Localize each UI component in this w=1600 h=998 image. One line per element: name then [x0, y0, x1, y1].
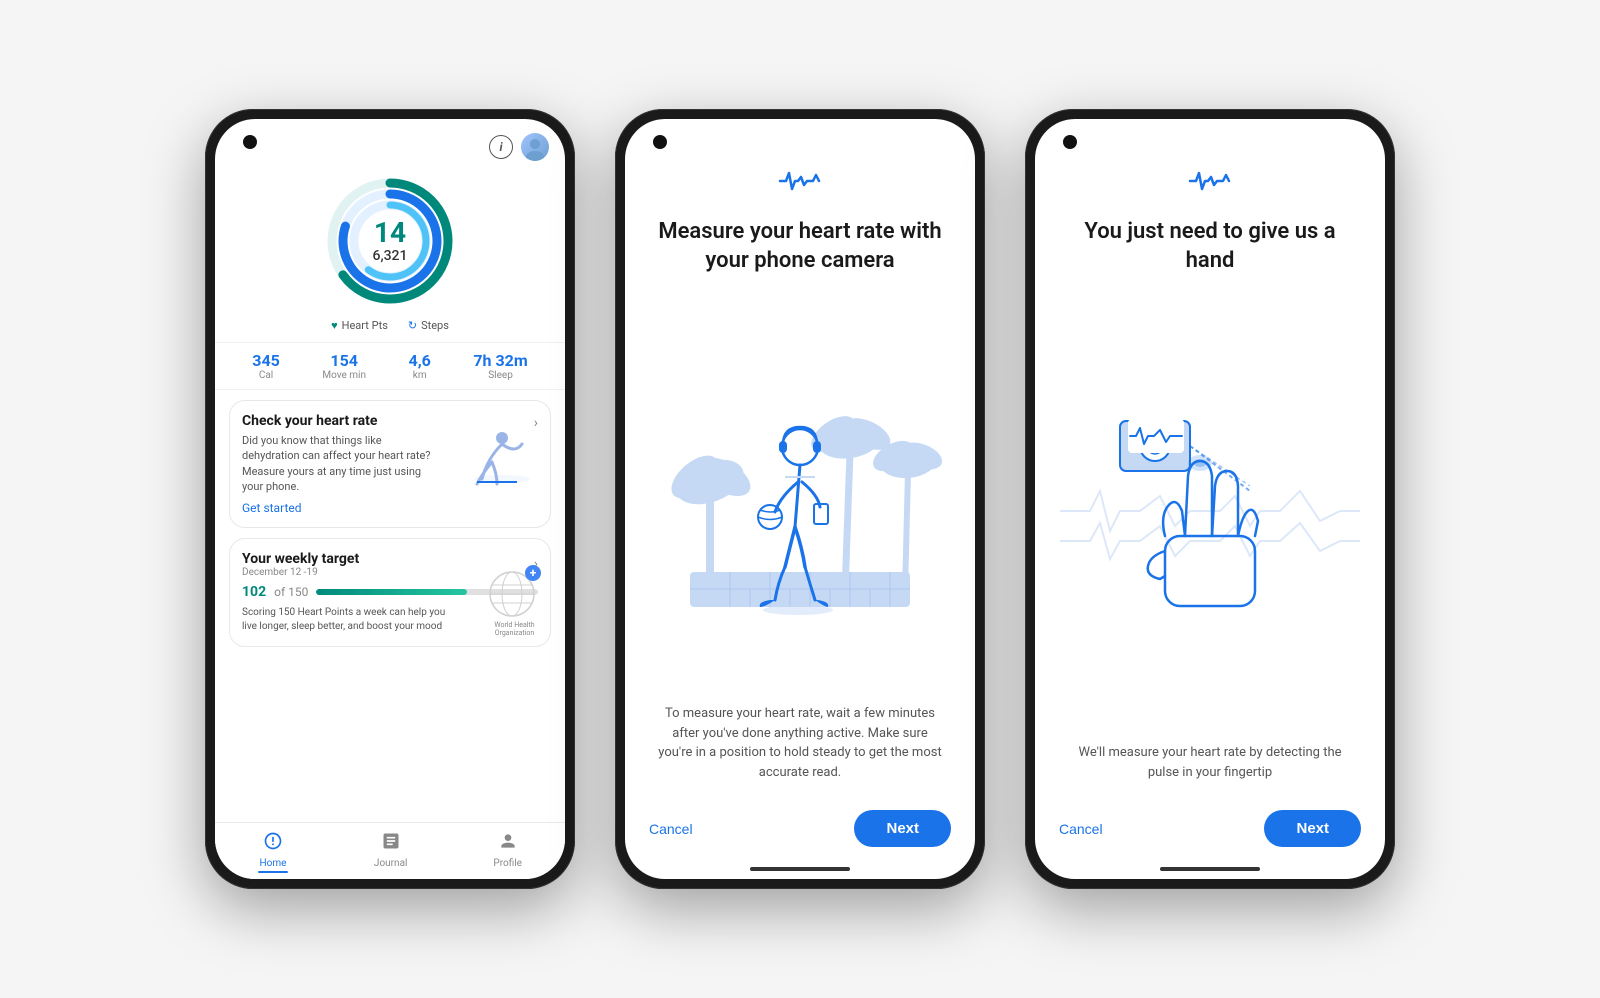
home-label: Home: [260, 858, 287, 869]
bottom-nav: Home Journal Profile: [215, 822, 565, 879]
heart-rate-card[interactable]: › Check your heart rate Did you know tha…: [229, 400, 551, 528]
weekly-title-text: Your weekly target December 12 -19: [242, 551, 359, 578]
camera-hole-3: [1063, 135, 1077, 149]
steps-value: 6,321: [373, 248, 408, 264]
heart-pts-value: 14: [374, 218, 406, 249]
steps-icon: ↻: [408, 319, 417, 332]
phone2-cancel-button[interactable]: Cancel: [649, 821, 693, 837]
phone-2: Measure your heart rate with your phone …: [615, 109, 985, 889]
nav-profile[interactable]: Profile: [493, 831, 522, 873]
progress-bar-fill: [316, 589, 467, 595]
phone2-next-button[interactable]: Next: [854, 810, 951, 847]
avatar[interactable]: [521, 133, 549, 161]
stat-calories: 345 Cal: [252, 351, 280, 381]
phone3-title: You just need to give us a hand: [1035, 218, 1385, 275]
journal-label: Journal: [374, 858, 408, 869]
who-logo: + World Health Organization: [487, 569, 542, 638]
phone3-next-button[interactable]: Next: [1264, 810, 1361, 847]
phone3-desc: We'll measure your heart rate by detecti…: [1035, 727, 1385, 798]
stat-move: 154 Move min: [322, 351, 366, 381]
phone2-content: Measure your heart rate with your phone …: [625, 119, 975, 879]
profile-label: Profile: [493, 858, 522, 869]
phone3-footer: Cancel Next: [1035, 798, 1385, 867]
heart-rate-desc: Did you know that things like dehydratio…: [242, 433, 434, 495]
yoga-illustration: [467, 424, 542, 499]
phone-3: You just need to give us a hand: [1025, 109, 1395, 889]
home-indicator-2: [750, 867, 850, 871]
heart-icon: ♥: [331, 319, 338, 332]
phone3-illustration: [1035, 295, 1385, 727]
phone-1: i: [205, 109, 575, 889]
home-indicator-3: [1160, 867, 1260, 871]
nav-underline: [258, 871, 288, 873]
steps-label: ↻ Steps: [408, 319, 449, 332]
phone3-content: You just need to give us a hand: [1035, 119, 1385, 879]
heartwave-icon-3: [1188, 169, 1232, 198]
phone3-cancel-button[interactable]: Cancel: [1059, 821, 1103, 837]
phone2-title: Measure your heart rate with your phone …: [625, 218, 975, 275]
stat-sleep: 7h 32m Sleep: [473, 351, 527, 381]
phone2-desc: To measure your heart rate, wait a few m…: [625, 688, 975, 798]
nav-journal[interactable]: Journal: [374, 831, 408, 873]
weekly-target-card[interactable]: Your weekly target December 12 -19 › 102…: [229, 538, 551, 647]
journal-icon: [381, 831, 401, 856]
home-icon: [263, 831, 283, 856]
stats-row: 345 Cal 154 Move min 4,6 km 7h 32m Sleep: [215, 342, 565, 390]
stat-km: 4,6 km: [409, 351, 431, 381]
ring-container: 14 6,321: [215, 171, 565, 311]
metric-labels: ♥ Heart Pts ↻ Steps: [215, 319, 565, 332]
phone2-illustration: [625, 295, 975, 688]
ring-center: 14 6,321: [373, 218, 408, 265]
profile-icon: [498, 831, 518, 856]
heart-pts-label: ♥ Heart Pts: [331, 319, 388, 332]
info-button[interactable]: i: [489, 135, 513, 159]
phones-container: i: [165, 69, 1435, 929]
camera-hole-2: [653, 135, 667, 149]
weekly-desc: Scoring 150 Heart Points a week can help…: [242, 606, 449, 634]
phone2-footer: Cancel Next: [625, 798, 975, 867]
phone1-header: i: [215, 119, 565, 161]
camera-hole-1: [243, 135, 257, 149]
heartwave-icon-2: [778, 169, 822, 198]
nav-home[interactable]: Home: [258, 831, 288, 873]
phone1-content: i: [215, 119, 565, 879]
